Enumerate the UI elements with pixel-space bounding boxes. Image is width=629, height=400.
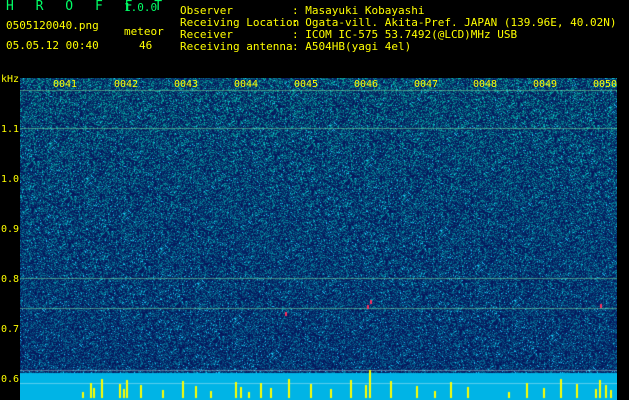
meteor-label: meteor — [124, 25, 164, 38]
tick-label: 1.0 — [1, 174, 20, 185]
meteor-count: 46 — [139, 39, 153, 52]
time-label: 0048 — [473, 79, 498, 90]
tick-label: 0.9 — [1, 224, 20, 235]
time-label: 0042 — [114, 79, 139, 90]
time-label: 0046 — [354, 79, 379, 90]
frequency-axis: 1.1 1.0 0.9 0.8 0.7 0.6 — [0, 70, 20, 400]
time-label: 0050 — [593, 79, 618, 90]
info-antenna-value: : A504HB(yagi 4el) — [292, 40, 412, 53]
time-label: 0044 — [234, 79, 259, 90]
info-antenna-label: Receiving antenna — [180, 40, 293, 53]
version-label: 1.0.0 — [124, 1, 158, 14]
tick-label: 1.1 — [1, 124, 20, 135]
time-label: 0045 — [294, 79, 319, 90]
time-label: 0049 — [533, 79, 558, 90]
spectrogram-canvas — [20, 78, 617, 400]
tick-label: 0.6 — [1, 374, 20, 385]
tick-label: 0.8 — [1, 274, 20, 285]
time-label: 0043 — [174, 79, 199, 90]
time-label: 0041 — [53, 79, 78, 90]
datetime-label: 05.05.12 00:40 — [6, 39, 99, 52]
filename-label: 0505120040.png — [6, 19, 99, 32]
tick-label: 0.7 — [1, 324, 20, 335]
time-label: 0047 — [414, 79, 439, 90]
